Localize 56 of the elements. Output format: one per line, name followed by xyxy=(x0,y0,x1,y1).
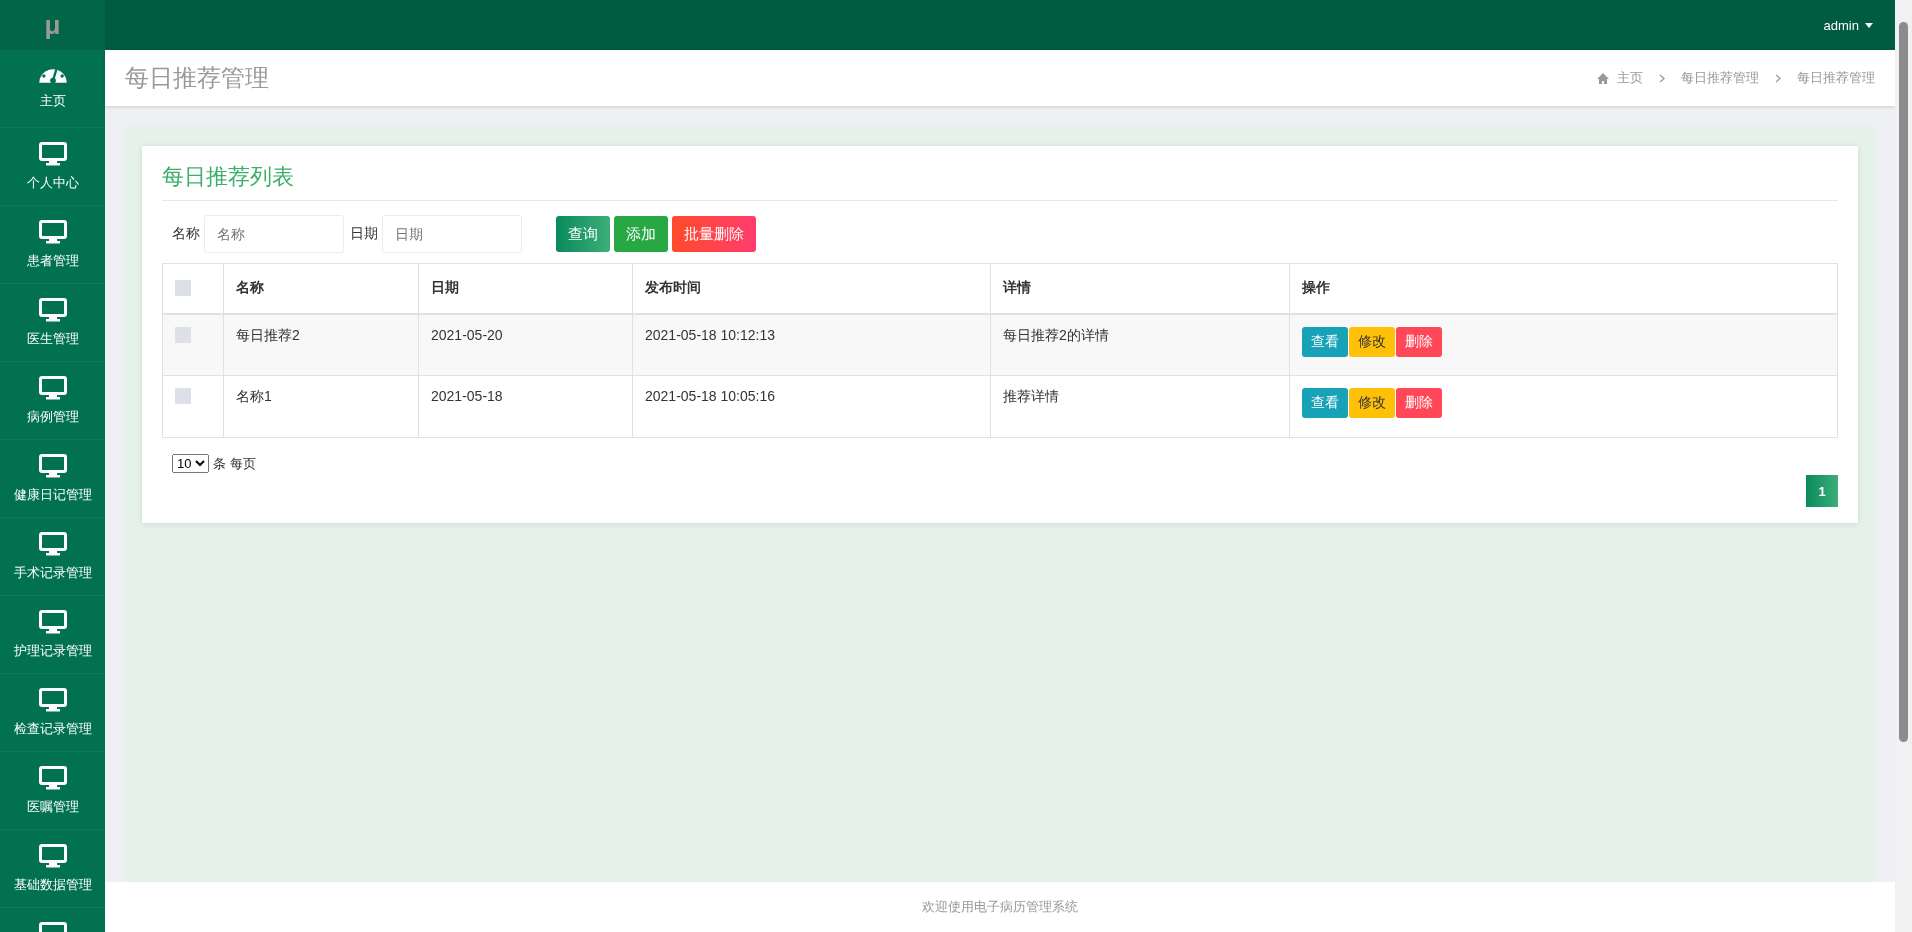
monitor-icon xyxy=(38,843,67,868)
column-header: 详情 xyxy=(1003,279,1031,296)
edit-button[interactable]: 修改 xyxy=(1349,326,1395,357)
breadcrumb-link[interactable]: 每日推荐管理 xyxy=(1797,69,1875,87)
field-label: 名称 xyxy=(172,225,200,243)
monitor-icon xyxy=(38,531,67,556)
field-label: 日期 xyxy=(350,225,378,243)
dashboard-icon xyxy=(38,67,67,84)
delete-button[interactable]: 批量删除 xyxy=(672,216,756,252)
table-cell: 名称1 xyxy=(236,388,272,404)
monitor-icon xyxy=(38,687,67,712)
chevron-icon xyxy=(1775,73,1781,83)
column-header: 操作 xyxy=(1302,279,1330,296)
checkbox[interactable] xyxy=(175,388,191,404)
monitor-icon xyxy=(38,765,67,790)
monitor-icon xyxy=(38,297,67,322)
chevron-icon xyxy=(1659,73,1665,83)
monitor-icon xyxy=(38,609,67,634)
monitor-icon xyxy=(38,375,67,400)
delete-button[interactable]: 删除 xyxy=(1396,326,1442,357)
checkbox[interactable] xyxy=(175,280,191,297)
page-size-select[interactable]: 10 xyxy=(172,454,209,473)
footer-text: 欢迎使用电子病历管理系统 xyxy=(922,898,1078,916)
edit-button[interactable]: 修改 xyxy=(1349,388,1395,418)
table-cell: 2021-05-18 10:12:13 xyxy=(645,326,775,343)
table-cell: 2021-05-18 10:05:16 xyxy=(645,388,775,404)
delete-button[interactable]: 删除 xyxy=(1396,388,1442,418)
page-size-label: 条 每页 xyxy=(213,454,256,473)
breadcrumb-link[interactable]: 每日推荐管理 xyxy=(1681,69,1759,87)
page-title: 每日推荐管理 xyxy=(125,63,269,93)
search-button[interactable]: 查询 xyxy=(556,216,610,252)
home-icon xyxy=(1597,72,1609,84)
table-cell: 推荐详情 xyxy=(1003,388,1059,404)
view-button[interactable]: 查看 xyxy=(1302,388,1348,418)
scrollbar[interactable] xyxy=(1895,0,1912,932)
column-header: 日期 xyxy=(431,279,459,296)
breadcrumb-link[interactable]: 主页 xyxy=(1617,69,1643,87)
add-button[interactable]: 添加 xyxy=(614,216,668,252)
input-field[interactable]: 日期 xyxy=(382,215,522,253)
column-header: 名称 xyxy=(236,279,264,296)
monitor-icon xyxy=(38,219,67,244)
column-header: 发布时间 xyxy=(645,279,701,296)
logo: μ xyxy=(0,0,105,50)
monitor-icon xyxy=(38,453,67,478)
table-cell: 每日推荐2的详情 xyxy=(1003,326,1109,343)
card-title: 每日推荐列表 xyxy=(162,162,1838,201)
checkbox[interactable] xyxy=(175,326,191,343)
table-cell: 2021-05-18 xyxy=(431,388,503,404)
monitor-icon xyxy=(38,141,67,166)
view-button[interactable]: 查看 xyxy=(1302,326,1348,357)
user-menu[interactable]: admin xyxy=(1823,17,1873,33)
table-cell: 2021-05-20 xyxy=(431,326,503,343)
caret-icon xyxy=(1865,22,1873,28)
input-field[interactable]: 名称 xyxy=(204,215,344,253)
page-button[interactable]: 1 xyxy=(1806,475,1838,507)
table-cell: 每日推荐2 xyxy=(236,326,300,343)
